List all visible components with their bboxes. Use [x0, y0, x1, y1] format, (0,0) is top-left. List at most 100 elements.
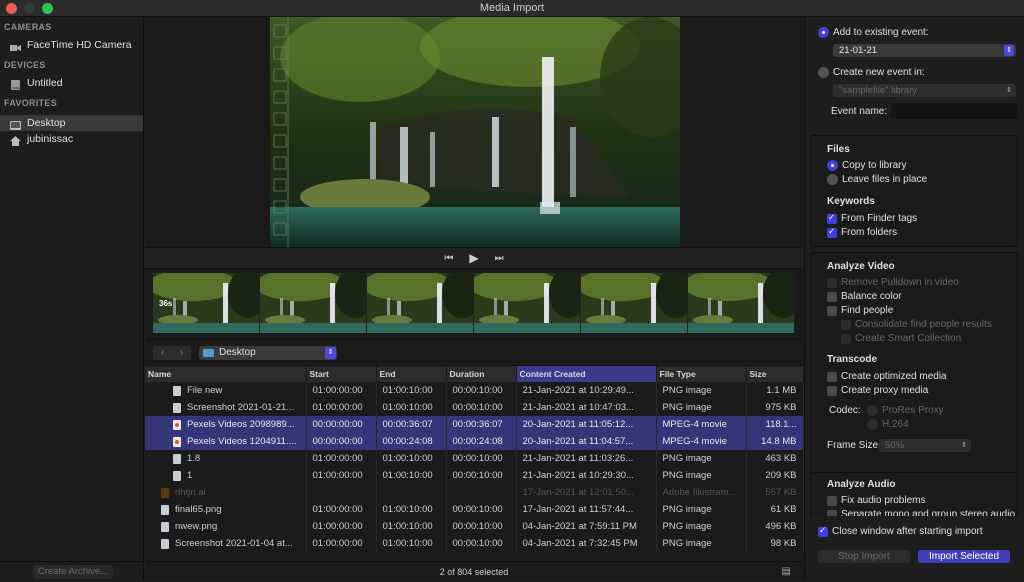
sidebar-item-home[interactable]: jubinissac: [0, 131, 143, 147]
previous-button[interactable]: ⏮: [444, 253, 453, 264]
checkbox-label: Create proxy media: [841, 385, 929, 396]
forward-button[interactable]: ›: [172, 346, 191, 360]
image-file-icon: [161, 521, 169, 532]
transcode-heading: Transcode: [827, 354, 878, 365]
column-header-duration[interactable]: Duration: [446, 366, 517, 382]
sidebar-item-untitled[interactable]: Untitled: [0, 75, 143, 91]
back-button[interactable]: ‹: [153, 346, 172, 360]
file-name-text: nwew.png: [175, 521, 218, 532]
desktop-icon: [10, 119, 21, 130]
browser-navbar: ‹ › Desktop ⇕: [145, 340, 803, 366]
cell-created: 17-Jan-2021 at 11:57:44...: [516, 501, 657, 518]
column-header-file-type[interactable]: File Type: [656, 366, 747, 382]
zoom-button[interactable]: [42, 3, 53, 14]
sidebar-item-label: FaceTime HD Camera: [27, 39, 132, 51]
location-popup[interactable]: Desktop ⇕: [199, 345, 337, 360]
viewer: [145, 17, 803, 247]
table-row[interactable]: File new 01:00:00:00 01:00:10:00 00:00:10:0…: [145, 382, 804, 399]
from-folders-checkbox[interactable]: From folders: [827, 226, 897, 238]
file-name-text: dhtjn.ai: [175, 487, 206, 498]
cell-duration: 00:00:10:00: [446, 518, 517, 535]
column-header-size[interactable]: Size: [746, 366, 804, 382]
selection-count: 2 of 804 selected: [439, 567, 509, 577]
sidebar-item-desktop[interactable]: Desktop: [0, 115, 143, 131]
import-selected-button[interactable]: Import Selected: [918, 550, 1010, 563]
checkbox-icon: [841, 333, 851, 344]
filmstrip-view-icon[interactable]: ▤: [782, 562, 791, 582]
smart-collection-checkbox[interactable]: Create Smart Collection: [841, 333, 961, 344]
sidebar-item-facetime-camera[interactable]: FaceTime HD Camera: [0, 37, 143, 53]
file-name: dhtjn.ai: [151, 487, 305, 498]
minimize-button[interactable]: [24, 3, 35, 14]
home-icon: [10, 135, 21, 146]
cell-end: 00:00:24:08: [376, 433, 447, 450]
cell-size: 463 KB: [746, 450, 804, 467]
checkbox-icon: [827, 495, 837, 506]
cell-size: 496 KB: [746, 518, 804, 535]
stop-import-button[interactable]: Stop Import: [818, 550, 910, 563]
table-row[interactable]: Pexels Videos 1204911.... 00:00:00:00 00:0…: [145, 433, 804, 450]
fix-audio-checkbox[interactable]: Fix audio problems: [827, 495, 925, 506]
copy-to-library-radio[interactable]: Copy to library: [827, 160, 906, 171]
library-popup[interactable]: "samplefile" library ⇕: [833, 84, 1016, 97]
cell-name: Screenshot 2021-01-04 at...: [145, 535, 307, 552]
cell-end: [376, 484, 447, 501]
cell-end: 01:00:10:00: [376, 399, 447, 416]
sidebar-footer: Create Archive...: [0, 561, 144, 581]
sidebar-heading-cameras: CAMERAS: [4, 22, 52, 32]
codec-prores-radio[interactable]: ProRes Proxy: [867, 405, 944, 416]
location-label: Desktop: [219, 347, 256, 358]
popup-arrows-icon: ⇕: [325, 346, 336, 359]
table-row[interactable]: 1 01:00:00:00 01:00:10:00 00:00:10:00 21-Jan…: [145, 467, 804, 484]
column-header-start[interactable]: Start: [306, 366, 377, 382]
find-people-checkbox[interactable]: Find people: [827, 305, 893, 316]
table-row[interactable]: Screenshot 2021-01-21... 01:00:00:00 01:00…: [145, 399, 804, 416]
column-header-end[interactable]: End: [376, 366, 447, 382]
proxy-media-checkbox[interactable]: Create proxy media: [827, 385, 928, 396]
balance-color-checkbox[interactable]: Balance color: [827, 291, 902, 302]
radio-icon: [867, 419, 878, 430]
remove-pulldown-checkbox[interactable]: Remove Pulldown in video: [827, 277, 959, 288]
consolidate-checkbox[interactable]: Consolidate find people results: [841, 319, 992, 330]
add-existing-event-radio[interactable]: Add to existing event:: [818, 27, 929, 38]
filmstrip[interactable]: 36s: [153, 273, 795, 333]
checkbox-icon: [827, 291, 837, 302]
cell-name: Pexels Videos 2098989...: [145, 416, 307, 433]
leave-files-radio[interactable]: Leave files in place: [827, 174, 927, 185]
folder-icon: [203, 348, 214, 357]
radio-off-icon: [818, 67, 829, 78]
close-window-checkbox[interactable]: Close window after starting import: [818, 525, 983, 537]
video-preview[interactable]: [270, 17, 680, 247]
separate-mono-checkbox[interactable]: Separate mono and group stereo audio: [827, 509, 1015, 516]
event-name-input[interactable]: [891, 103, 1018, 119]
column-header-content-created[interactable]: Content Created: [516, 366, 657, 382]
cell-end: 01:00:10:00: [376, 518, 447, 535]
radio-label: Add to existing event:: [833, 27, 929, 38]
table-row[interactable]: 1.8 01:00:00:00 01:00:10:00 00:00:10:00 21-J…: [145, 450, 804, 467]
table-row[interactable]: dhtjn.ai 17-Jan-2021 at 12:01:50... Adobe …: [145, 484, 804, 501]
play-button[interactable]: ▶: [469, 251, 478, 265]
column-header-name[interactable]: Name: [145, 366, 307, 382]
frame-size-popup[interactable]: 50% ⇕: [879, 439, 971, 452]
table-row[interactable]: nwew.png 01:00:00:00 01:00:10:00 00:00:10:0…: [145, 518, 804, 535]
finder-tags-checkbox[interactable]: From Finder tags: [827, 212, 917, 224]
nav-buttons: ‹ ›: [153, 345, 191, 360]
table-row[interactable]: Pexels Videos 2098989... 00:00:00:00 00:00…: [145, 416, 804, 433]
next-button[interactable]: ⏭: [495, 253, 504, 264]
cell-created: 20-Jan-2021 at 11:04:57...: [516, 433, 657, 450]
optimized-media-checkbox[interactable]: Create optimized media: [827, 371, 947, 382]
close-button[interactable]: [6, 3, 17, 14]
codec-h264-radio[interactable]: H.264: [867, 419, 909, 430]
existing-event-popup[interactable]: 21-01-21 ⇕: [833, 44, 1016, 57]
file-name: Pexels Videos 2098989...: [151, 419, 305, 430]
create-archive-button[interactable]: Create Archive...: [33, 565, 113, 579]
cell-size: 975 KB: [746, 399, 804, 416]
create-new-event-radio[interactable]: Create new event in:: [818, 67, 925, 78]
table-row[interactable]: final65.png 01:00:00:00 01:00:10:00 00:00:1…: [145, 501, 804, 518]
cell-name: File new: [145, 382, 307, 399]
cell-duration: [446, 484, 517, 501]
table-row[interactable]: Screenshot 2021-01-04 at... 01:00:00:00 01…: [145, 535, 804, 552]
checkbox-icon: [827, 385, 837, 396]
cell-start: 00:00:00:00: [306, 416, 377, 433]
popup-arrows-icon: ⇕: [1006, 87, 1012, 94]
